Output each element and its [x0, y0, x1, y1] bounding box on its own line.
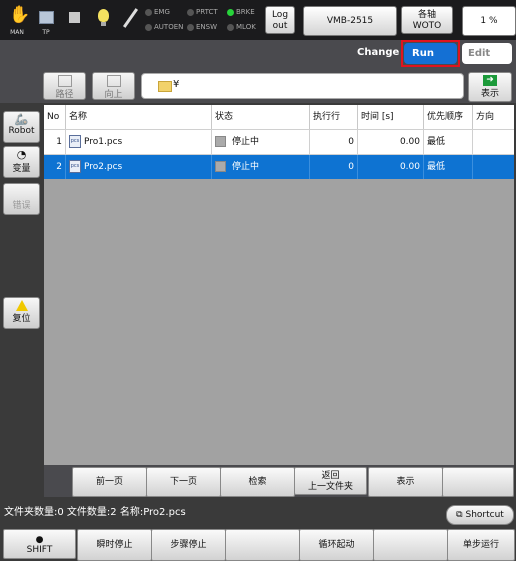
path-button[interactable]: 路径 [43, 72, 86, 100]
pcs-file-icon: pcs [69, 135, 81, 148]
step-stop-button[interactable]: 步骤停止 [151, 529, 226, 561]
autoen-dot [145, 23, 152, 31]
column-priority[interactable]: 优先顺序 [424, 105, 473, 129]
mlok-dot [227, 23, 234, 31]
wrench-icon[interactable] [118, 4, 144, 36]
indicator-ensw: ENSW [187, 23, 217, 31]
path-field[interactable]: ¥ [141, 73, 464, 99]
status-bar: ✋ MAN TP EMG AUTOEN PRTCT ENSW BRKE MLOK… [0, 0, 516, 40]
display-button[interactable]: 表示 [368, 467, 443, 497]
shortcut-button[interactable]: ⧉ Shortcut [446, 505, 514, 525]
axis-mode-button[interactable]: 各轴 WOTO [401, 6, 453, 34]
function-key-bar: ● SHIFT 瞬时停止 步骤停止 循环起动 单步运行 [0, 528, 516, 561]
logout-button[interactable]: Log out [265, 6, 295, 34]
change-label: Change [357, 47, 400, 58]
teach-pendant-icon[interactable]: TP [33, 4, 59, 36]
robot-model-button[interactable]: VMB-2515 [303, 6, 397, 36]
up-button[interactable]: 向上 [92, 72, 135, 100]
prev-page-button[interactable]: 前一页 [72, 467, 147, 497]
robot-button[interactable]: 🦾 Robot [3, 111, 40, 143]
edit-mode-button[interactable]: Edit [462, 43, 512, 64]
warning-icon [15, 300, 28, 311]
variable-button[interactable]: ◔ 变量 [3, 146, 40, 178]
folder-icon [158, 81, 172, 92]
dot-icon: ● [35, 535, 44, 545]
mode-bar: Change Run Edit [0, 40, 516, 67]
pcs-file-icon: pcs [69, 160, 81, 173]
column-time[interactable]: 时间 [s] [358, 105, 424, 129]
table-header: No 名称 状态 执行行 时间 [s] 优先顺序 方向 [44, 105, 514, 129]
external-link-icon: ⧉ [456, 510, 463, 520]
indicator-autoen: AUTOEN [145, 23, 183, 31]
speed-display[interactable]: 1 % [462, 6, 516, 36]
indicator-emg: EMG [145, 8, 170, 16]
indicator-brke: BRKE [227, 8, 255, 16]
back-to-parent-folder-button[interactable]: 返回 上一文件夹 [294, 467, 367, 495]
prtct-dot [187, 8, 194, 16]
emg-dot [145, 8, 152, 16]
next-page-button[interactable]: 下一页 [146, 467, 221, 497]
gauge-icon: ◔ [16, 148, 27, 161]
empty-function-button-1[interactable] [225, 529, 300, 561]
indicator-prtct: PRTCT [187, 8, 218, 16]
step-run-button[interactable]: 单步运行 [447, 529, 515, 561]
empty-function-button-2[interactable] [373, 529, 448, 561]
lightbulb-icon[interactable] [90, 4, 116, 36]
column-line[interactable]: 执行行 [310, 105, 358, 129]
table-row[interactable]: 1 pcs Pro1.pcs 停止中 0 0.00 最低 [44, 129, 514, 154]
square-icon[interactable] [62, 4, 88, 36]
teach-pendant-caption: TP [42, 29, 50, 36]
file-count-status: 文件夹数量:0 文件数量:2 名称:Pro2.pcs [4, 507, 186, 518]
empty-nav-button[interactable] [442, 467, 514, 497]
column-status[interactable]: 状态 [212, 105, 310, 129]
folder-up-icon [106, 75, 121, 87]
stopped-status-icon [215, 136, 226, 147]
show-button[interactable]: ➜ 表示 [468, 72, 512, 102]
file-toolbar: 路径 向上 ¥ ➜ 表示 [0, 67, 516, 103]
cycle-start-button[interactable]: 循环起动 [299, 529, 374, 561]
arrow-right-icon: ➜ [483, 75, 497, 86]
stopped-status-icon [215, 161, 226, 172]
current-path: ¥ [173, 79, 180, 90]
search-button[interactable]: 检索 [220, 467, 295, 497]
error-button[interactable]: 错误 [3, 183, 40, 215]
instant-stop-button[interactable]: 瞬时停止 [77, 529, 152, 561]
ensw-dot [187, 23, 194, 31]
column-direction[interactable]: 方向 [473, 105, 514, 129]
column-name[interactable]: 名称 [66, 105, 212, 129]
program-table: No 名称 状态 执行行 时间 [s] 优先顺序 方向 1 pcs Pro1.pc… [44, 105, 514, 465]
column-no[interactable]: No [44, 105, 66, 129]
robot-arm-icon: 🦾 [14, 113, 29, 126]
reset-button[interactable]: 复位 [3, 297, 40, 329]
table-row-selected[interactable]: 2 pcs Pro2.pcs 停止中 0 0.00 最低 [44, 154, 514, 179]
hand-icon[interactable]: ✋ MAN [4, 4, 30, 36]
indicator-mlok: MLOK [227, 23, 256, 31]
brke-dot [227, 8, 234, 16]
path-icon [57, 75, 72, 87]
run-mode-button[interactable]: Run [404, 43, 457, 64]
page-navigation: 前一页 下一页 检索 返回 上一文件夹 表示 [44, 465, 514, 497]
hand-icon-caption: MAN [10, 29, 24, 36]
shift-button[interactable]: ● SHIFT [3, 529, 76, 559]
status-line: 文件夹数量:0 文件数量:2 名称:Pro2.pcs ⧉ Shortcut [0, 497, 516, 527]
